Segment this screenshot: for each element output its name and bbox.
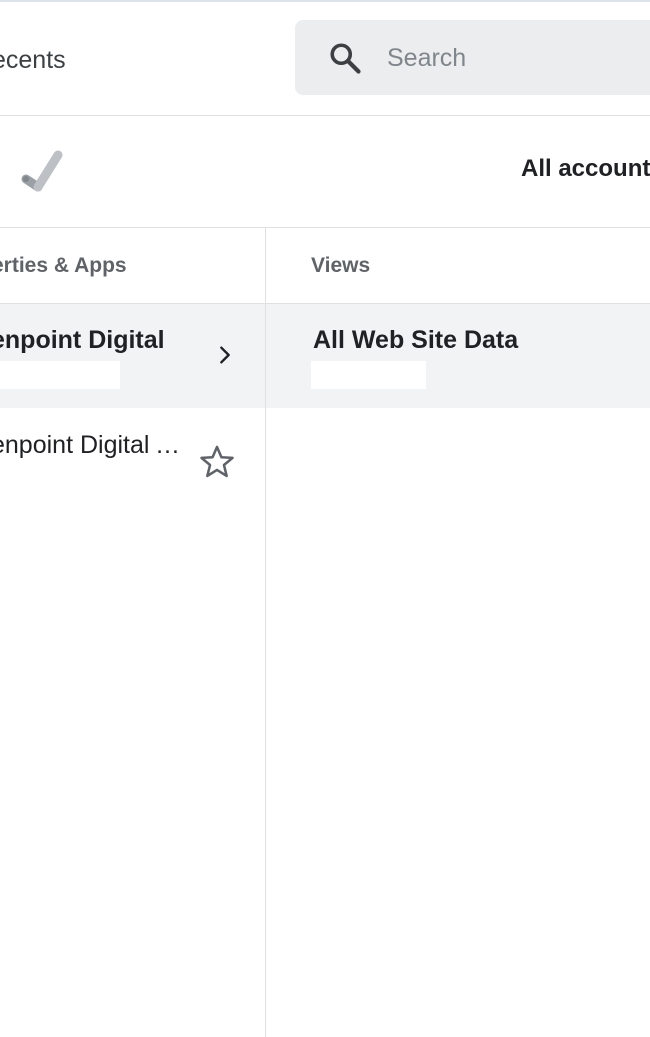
search-icon bbox=[330, 43, 361, 74]
property-row[interactable]: enpoint Digital bbox=[0, 304, 265, 408]
view-id-redacted bbox=[311, 361, 426, 389]
view-name: All Web Site Data bbox=[313, 326, 519, 354]
breadcrumb: All account bbox=[0, 115, 650, 228]
account-picker-panel: ecents All account erties & Apps Views e… bbox=[0, 0, 650, 1037]
analytics-logo-icon bbox=[21, 150, 63, 192]
property-row[interactable]: enpoint Digital Associates bbox=[0, 409, 265, 513]
tab-recents[interactable]: ecents bbox=[0, 46, 66, 75]
search-input[interactable] bbox=[385, 20, 649, 97]
breadcrumb-all-accounts[interactable]: All account bbox=[521, 155, 650, 183]
property-id-redacted bbox=[0, 361, 120, 389]
views-column-header: Views bbox=[266, 228, 650, 304]
chevron-right-icon bbox=[220, 346, 230, 364]
properties-column-header: erties & Apps bbox=[0, 228, 265, 304]
view-row[interactable]: All Web Site Data bbox=[266, 304, 650, 408]
star-outline-icon[interactable] bbox=[197, 443, 237, 481]
views-column-title: Views bbox=[311, 254, 371, 277]
picker-header: ecents bbox=[0, 2, 650, 116]
search-box[interactable] bbox=[295, 20, 650, 97]
property-name: enpoint Digital Associates bbox=[0, 431, 181, 459]
properties-column-title: erties & Apps bbox=[0, 254, 127, 277]
property-name: enpoint Digital bbox=[0, 326, 165, 354]
